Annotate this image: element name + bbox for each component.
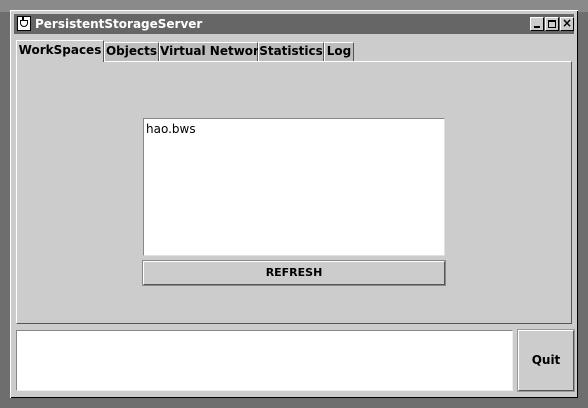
tab-statistics[interactable]: Statistics [258,42,324,61]
tab-bar: WorkSpaces Objects Virtual Network Stati… [16,40,576,62]
list-item[interactable]: hao.bws [146,122,196,136]
tab-log[interactable]: Log [324,42,354,61]
close-button[interactable]: × [560,16,574,31]
tab-virtual-network[interactable]: Virtual Network [159,42,267,61]
maximize-icon [548,20,556,28]
workspaces-panel: hao.bws REFRESH [16,61,572,324]
quit-button[interactable]: Quit [518,330,574,391]
java-cup-icon[interactable] [17,16,31,31]
app-window: PersistentStorageServer × WorkSpaces Obj… [10,10,578,398]
status-text-area[interactable] [16,330,513,391]
tab-workspaces[interactable]: WorkSpaces [16,40,104,62]
close-icon: × [561,16,573,30]
title-bar[interactable]: PersistentStorageServer × [14,14,574,34]
tab-objects[interactable]: Objects [104,42,159,61]
refresh-button[interactable]: REFRESH [143,261,445,285]
workspace-list[interactable]: hao.bws [143,118,445,256]
minimize-button[interactable] [530,17,544,31]
maximize-button[interactable] [545,17,559,31]
minimize-icon [534,26,540,28]
window-title: PersistentStorageServer [35,17,203,31]
